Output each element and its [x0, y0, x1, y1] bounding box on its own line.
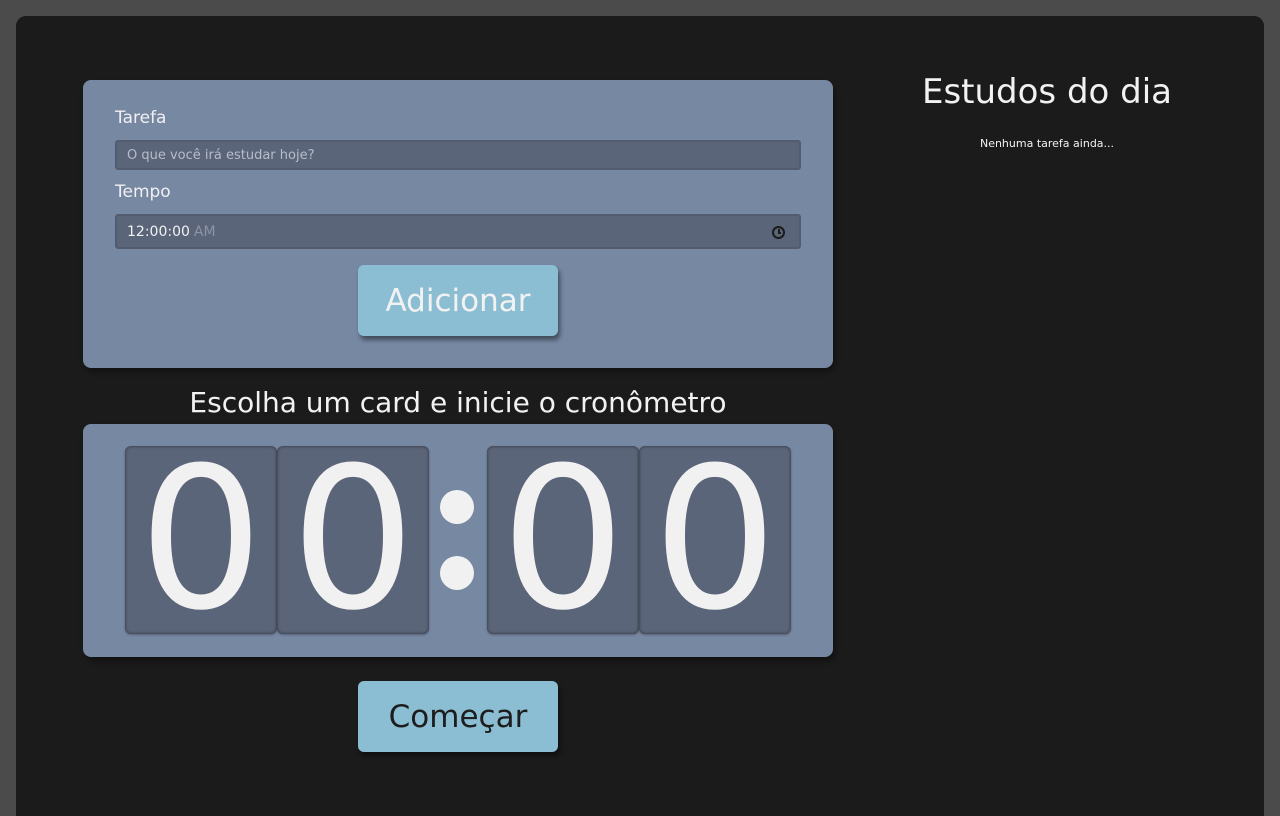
time-input-ampm: AM	[193, 223, 216, 240]
timer-digit-minutes-ones: 0	[277, 446, 429, 634]
timer-colon-top	[440, 490, 474, 524]
timer-digit-seconds-ones: 0	[639, 446, 791, 634]
task-label: Tarefa	[115, 108, 167, 128]
task-input[interactable]	[115, 140, 801, 170]
timer-colon-bottom	[440, 556, 474, 590]
sidebar-title: Estudos do dia	[921, 72, 1173, 112]
timer-digit-seconds-tens: 0	[487, 446, 639, 634]
time-input[interactable]: 12:00:00 AM	[115, 214, 801, 249]
timer-digit-minutes-tens: 0	[125, 446, 277, 634]
add-button[interactable]: Adicionar	[358, 265, 558, 336]
start-button[interactable]: Começar	[358, 681, 558, 752]
timer-title: Escolha um card e inicie o cronômetro	[189, 386, 727, 419]
time-input-value: 12:00:00	[127, 223, 190, 240]
clock-icon[interactable]	[772, 226, 785, 239]
empty-task-message: Nenhuma tarefa ainda...	[979, 137, 1115, 150]
time-label: Tempo	[115, 182, 171, 202]
app-window: Tarefa Tempo 12:00:00 AM Adicionar Escol…	[16, 16, 1264, 816]
task-form: Tarefa Tempo 12:00:00 AM Adicionar	[83, 80, 833, 368]
timer-display: 0 0 0 0	[83, 424, 833, 657]
